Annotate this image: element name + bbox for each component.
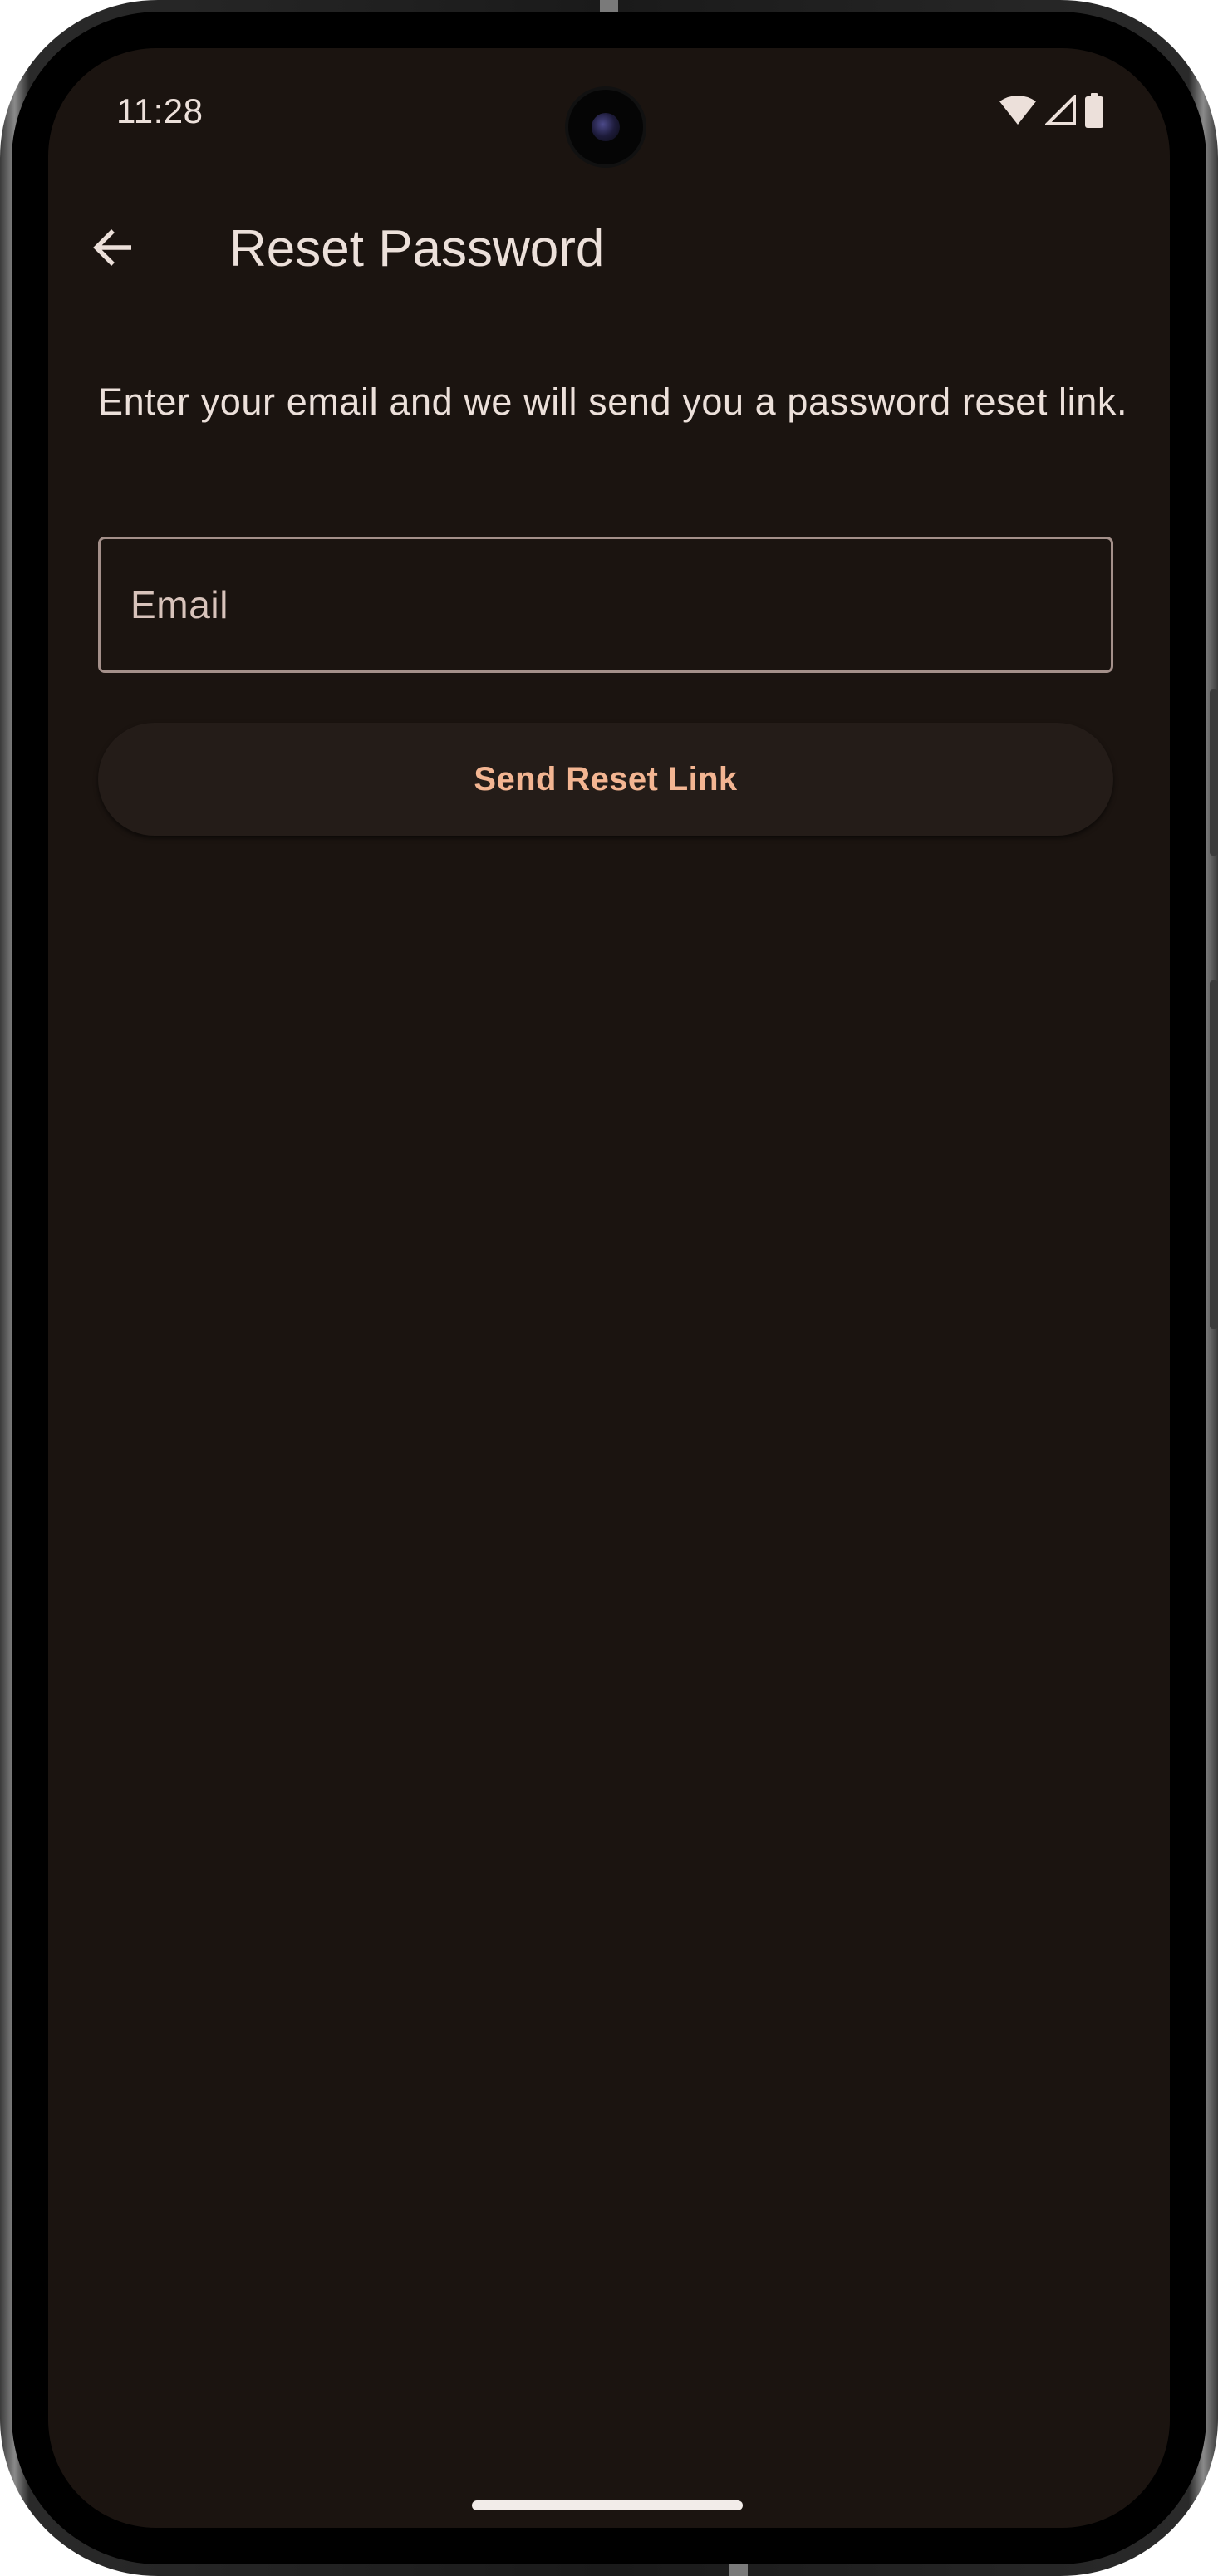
phone-frame: 11:28 Reset Password Enter your email an… [0, 0, 1218, 2576]
power-button [1210, 689, 1218, 856]
cell-signal-icon [1044, 93, 1077, 130]
instructions-text: Enter your email and we will send you a … [98, 380, 1128, 423]
volume-button [1210, 980, 1218, 1329]
email-input[interactable] [101, 539, 1111, 670]
app-bar: Reset Password [48, 194, 1170, 302]
antenna-band-top [600, 0, 618, 12]
email-field[interactable] [98, 537, 1113, 673]
antenna-band-bottom [729, 2564, 748, 2576]
wifi-icon [999, 95, 1037, 130]
send-reset-link-button[interactable]: Send Reset Link [98, 723, 1113, 836]
front-camera [568, 90, 643, 164]
arrow-left-icon [90, 224, 136, 275]
send-reset-link-label: Send Reset Link [474, 760, 738, 797]
back-button[interactable] [71, 208, 155, 291]
page-title: Reset Password [229, 220, 605, 277]
screen: 11:28 Reset Password Enter your email an… [48, 48, 1170, 2528]
status-time: 11:28 [116, 91, 204, 130]
battery-icon [1085, 93, 1103, 132]
status-icons [999, 93, 1103, 132]
camera-lens [592, 113, 620, 141]
home-indicator[interactable] [472, 2500, 743, 2510]
